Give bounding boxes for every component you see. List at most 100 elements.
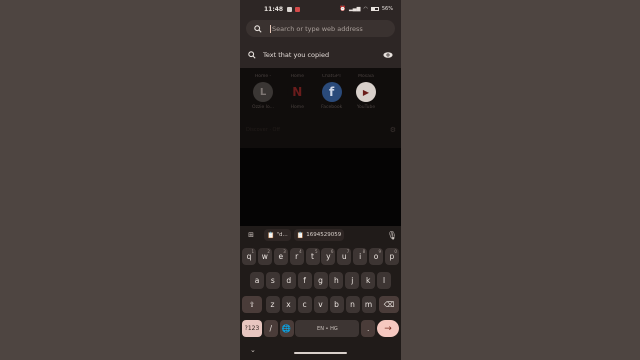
key-label: l [382,276,386,285]
symbols-key[interactable]: ?123 [242,320,262,337]
period-key[interactable]: . [361,320,376,337]
key-n[interactable]: n [345,296,360,313]
key-h[interactable]: h [329,272,344,289]
key-w[interactable]: w2 [257,248,272,265]
key-row: q1w2e3r4t5y6u7i8o9p0 [242,248,399,265]
key-hint: 6 [330,249,334,254]
key-row: ⇧ z x c v b nm ⌫ [242,296,399,313]
key-label: s [270,276,275,285]
shortcut-tiles: Home - L Ozzie lo... Home N Home ChatGPT… [246,74,386,110]
wifi-icon: ◠ [363,6,368,12]
key-hint: 2 [267,249,270,254]
clipboard-icon: 📋 [296,231,305,239]
shortcut-tile[interactable]: Home - L Ozzie lo... [246,74,280,110]
clip-text: 1694529059 [306,232,342,238]
key-x[interactable]: x [281,296,296,313]
clipboard-suggestion[interactable]: Text that you copied [240,46,401,64]
key-label: k [365,276,371,285]
phone-screen: 11:48 ⏰ ▂▄▆ ◠ 56% Text that you copied [240,0,401,360]
search-icon [254,24,262,33]
mic-icon[interactable]: 🎙 [387,231,397,240]
tile-top-label: ChatGPT [321,74,342,79]
clipboard-chip[interactable]: 📋 "d... [264,229,291,241]
key-m[interactable]: m [361,296,376,313]
key-z[interactable]: z [265,296,280,313]
app-notification-icon [295,6,301,12]
key-l[interactable]: l [377,272,391,289]
address-bar[interactable] [246,20,395,37]
tile-label: YouTube [356,105,376,110]
key-i[interactable]: i8 [353,248,368,265]
tile-label: Home [290,105,304,110]
key-p[interactable]: p0 [384,248,399,265]
section-label: Discover · Off [246,127,280,133]
backspace-key[interactable]: ⌫ [379,296,399,313]
key-label: v [318,300,323,309]
shortcut-tile[interactable]: Home N Home [280,74,314,110]
shortcut-tile[interactable]: Mosaia ▶ YouTube [349,74,383,110]
key-hint: 7 [346,249,350,254]
key-label: r [295,252,299,261]
key-row: ?123 / 🌐 EN • HG . → [242,320,399,337]
key-j[interactable]: j [345,272,360,289]
key-b[interactable]: b [329,296,344,313]
gear-icon[interactable]: ⚙ [390,126,396,134]
key-label: i [359,252,362,261]
key-s[interactable]: s [265,272,280,289]
slash-key[interactable]: / [263,320,278,337]
key-q[interactable]: q1 [242,248,256,265]
key-row: as d f ghj k l [242,272,399,289]
tile-label: Ozzie lo... [252,105,274,110]
battery-percent: 56% [381,6,393,12]
key-c[interactable]: c [297,296,312,313]
chevron-down-icon[interactable]: ⌄ [250,346,256,354]
status-bar: 11:48 ⏰ ▂▄▆ ◠ 56% [240,0,401,18]
key-label: n [350,300,355,309]
key-k[interactable]: k [361,272,376,289]
key-label: g [318,276,323,285]
globe-icon[interactable]: 🌐 [279,320,294,337]
key-label: d [286,276,292,285]
clip-text: "d... [276,232,288,238]
key-g[interactable]: g [313,272,328,289]
apps-grid-icon[interactable]: ⊞ [244,231,258,239]
keyboard: ⊞ 📋 "d... 📋 1694529059 🎙 q1w2e3r4t5y6u7i… [240,226,401,360]
site-icon: L [253,82,273,102]
key-e[interactable]: e3 [273,248,288,265]
key-t[interactable]: t5 [305,248,320,265]
key-d[interactable]: d [281,272,296,289]
tile-top-label: Mosaia [358,74,374,79]
key-label: z [270,300,275,309]
key-y[interactable]: y6 [321,248,336,265]
key-f[interactable]: f [297,272,312,289]
key-v[interactable]: v [313,296,328,313]
key-r[interactable]: r4 [289,248,304,265]
key-label: j [351,276,354,285]
space-key[interactable]: EN • HG [295,320,360,337]
shortcut-tile[interactable]: ChatGPT f Facebook [315,74,349,110]
tile-top-label: Home - [254,74,272,79]
key-hint: 0 [394,249,397,254]
discover-row: Discover · Off ⚙ [246,126,396,134]
key-o[interactable]: o9 [369,248,383,265]
search-input[interactable] [270,24,380,33]
tile-top-label: Home [290,74,304,79]
new-tab-content: Home - L Ozzie lo... Home N Home ChatGPT… [240,68,401,148]
keyboard-toolbar: ⊞ 📋 "d... 📋 1694529059 🎙 [240,226,401,244]
youtube-icon: ▶ [355,82,376,102]
enter-key[interactable]: → [376,320,399,337]
app-notification-icon [287,6,293,12]
key-label: f [303,276,306,285]
key-a[interactable]: a [250,272,264,289]
key-hint: 1 [251,249,254,254]
key-u[interactable]: u7 [337,248,352,265]
home-indicator[interactable] [294,352,347,354]
netflix-icon: N [287,82,308,102]
eye-icon[interactable] [383,51,393,59]
key-label: c [302,300,307,309]
shift-key[interactable]: ⇧ [242,296,262,313]
clipboard-chip[interactable]: 📋 1694529059 [293,229,345,241]
key-label: b [334,300,339,309]
key-hint: 8 [362,249,366,254]
signal-icon: ▂▄▆ [348,6,361,12]
